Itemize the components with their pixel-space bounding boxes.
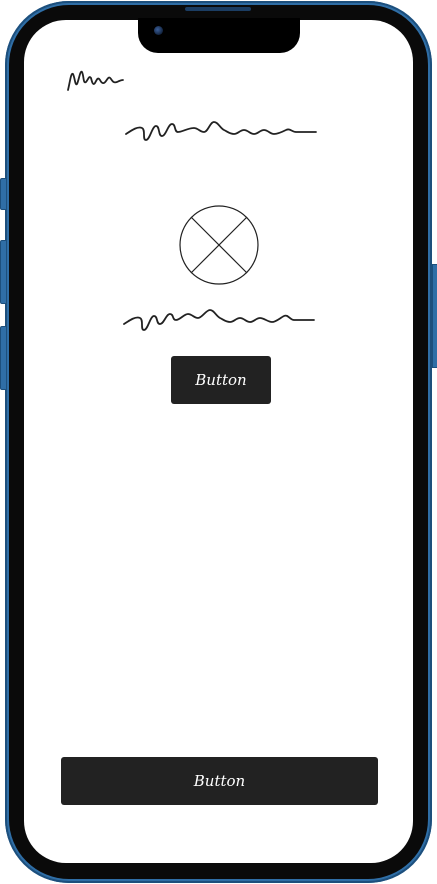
scribble-short xyxy=(67,70,124,91)
volume-down-button xyxy=(0,326,7,390)
notch xyxy=(138,18,300,53)
volume-up-button xyxy=(0,240,7,304)
phone-screen xyxy=(24,20,413,863)
earpiece-speaker xyxy=(185,7,251,11)
image-placeholder-icon xyxy=(179,205,259,285)
footer-button[interactable]: Button xyxy=(61,757,378,805)
front-camera xyxy=(154,26,163,35)
mute-switch xyxy=(0,178,7,210)
power-button xyxy=(432,264,437,368)
scribble-title xyxy=(125,121,317,141)
scribble-subtitle xyxy=(123,309,315,331)
primary-button[interactable]: Button xyxy=(171,356,271,404)
